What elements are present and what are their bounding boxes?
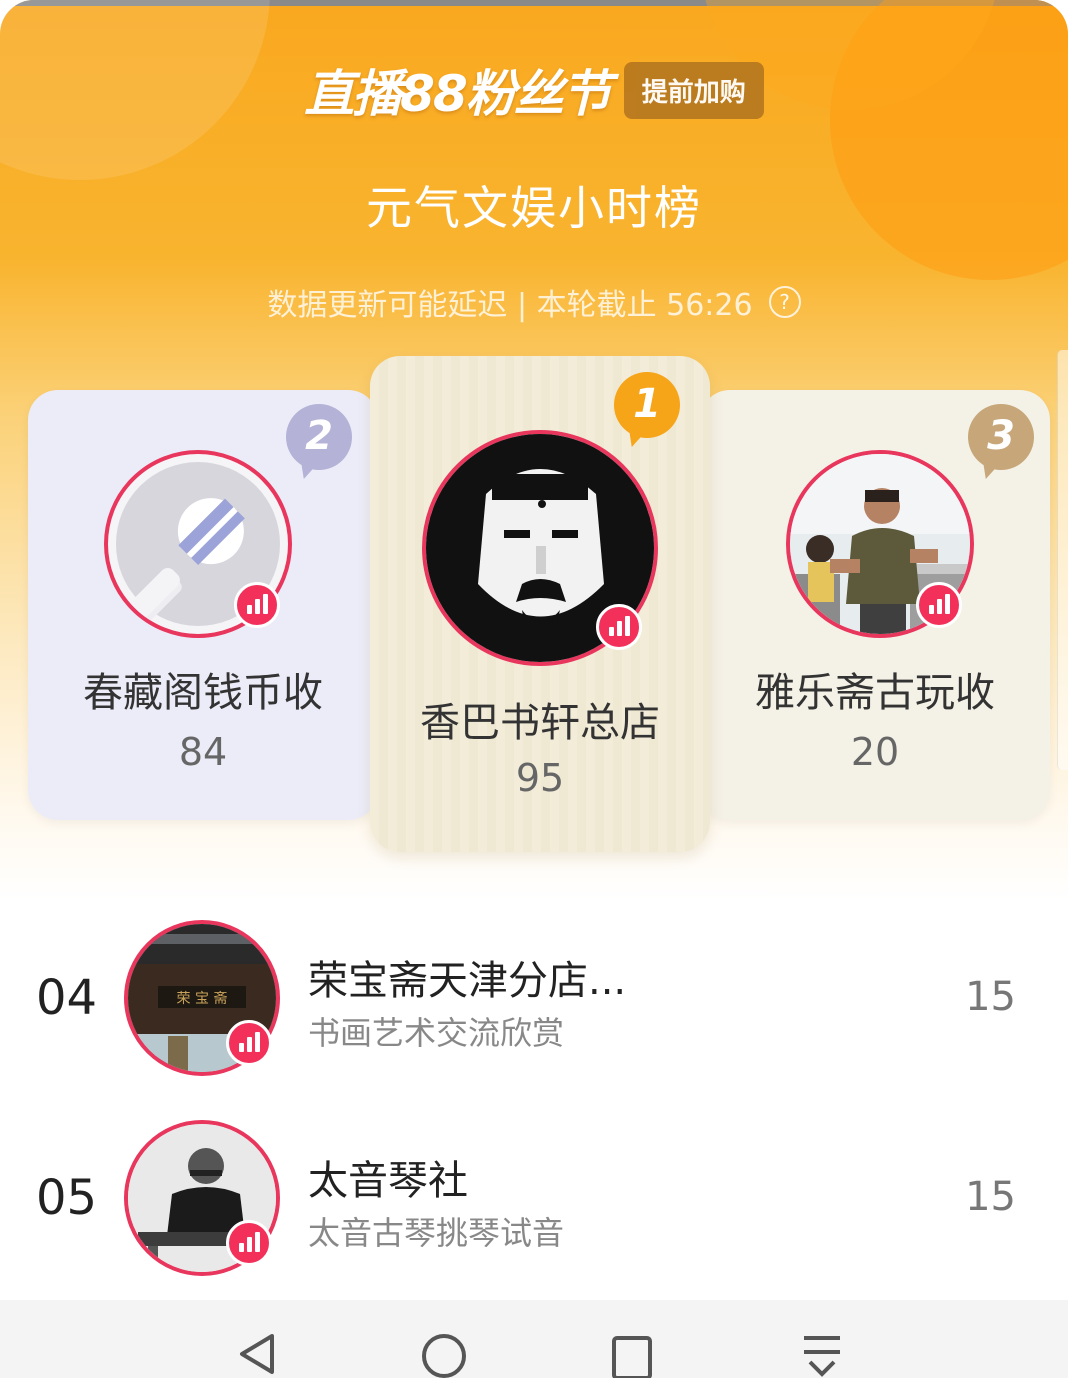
event-title: 直播88粉丝节 bbox=[304, 65, 612, 123]
update-info: 数据更新可能延迟 | 本轮截止 56:26 ? bbox=[0, 280, 1068, 324]
podium-score-3: 20 bbox=[850, 730, 900, 774]
rank-1-badge: 1 bbox=[614, 372, 680, 438]
podium-name-2: 春藏阁钱币收 bbox=[83, 670, 323, 716]
podium-name-1: 香巴书轩总店 bbox=[420, 700, 660, 746]
live-bars-icon bbox=[234, 582, 280, 628]
svg-text:荣 宝 斋: 荣 宝 斋 bbox=[177, 990, 228, 1007]
update-info-text: 数据更新可能延迟 | 本轮截止 56:26 bbox=[267, 288, 753, 323]
rank-2-badge: 2 bbox=[286, 404, 352, 470]
podium-name-3: 雅乐斋古玩收 bbox=[755, 670, 995, 716]
board-title: 元气文娱小时榜 bbox=[366, 181, 702, 235]
rank-3-badge: 3 bbox=[968, 404, 1034, 470]
home-circle-icon[interactable] bbox=[418, 1330, 470, 1378]
back-triangle-icon[interactable] bbox=[232, 1330, 284, 1378]
ranking-panel: 直播88粉丝节 提前加购 元气文娱小时榜 数据更新可能延迟 | 本轮截止 56:… bbox=[0, 0, 1068, 900]
podium-score-2: 84 bbox=[178, 730, 228, 774]
screen: 直播88粉丝节 提前加购 元气文娱小时榜 数据更新可能延迟 | 本轮截止 56:… bbox=[0, 0, 1068, 1378]
early-purchase-button[interactable]: 提前加购 bbox=[623, 61, 764, 119]
list-item[interactable]: 05 太音琴社 太音古琴挑琴试音 15 bbox=[0, 1120, 1068, 1290]
list-name: 荣宝斋天津分店... bbox=[308, 958, 627, 1004]
question-circle-icon[interactable]: ? bbox=[768, 286, 801, 318]
list-description: 书画艺术交流欣赏 bbox=[308, 1014, 565, 1052]
list-rank: 04 bbox=[36, 970, 98, 1026]
live-bars-icon bbox=[916, 582, 962, 628]
list-score: 15 bbox=[965, 974, 1016, 1020]
podium-card-rank-1[interactable]: 1 香巴书轩总店 95 bbox=[370, 356, 710, 852]
podium-score-1: 95 bbox=[515, 756, 565, 800]
list-item[interactable]: 04 荣 宝 斋 荣宝斋天津分店... 书画艺术交流欣赏 15 bbox=[0, 920, 1068, 1090]
podium-card-rank-3[interactable]: 3 雅乐斋古玩收 20 bbox=[700, 390, 1050, 820]
live-bars-icon bbox=[226, 1220, 272, 1266]
list-name: 太音琴社 bbox=[308, 1158, 468, 1204]
list-rank: 05 bbox=[36, 1170, 98, 1226]
download-menu-icon[interactable] bbox=[796, 1330, 848, 1378]
live-bars-icon bbox=[226, 1020, 272, 1066]
list-description: 太音古琴挑琴试音 bbox=[308, 1214, 565, 1252]
side-scroll-handle[interactable] bbox=[1057, 350, 1068, 770]
podium-card-rank-2[interactable]: 2 春藏阁钱币收 84 bbox=[28, 390, 378, 820]
system-nav-bar bbox=[0, 1300, 1068, 1378]
list-score: 15 bbox=[965, 1174, 1016, 1220]
recents-square-icon[interactable] bbox=[606, 1330, 658, 1378]
event-title-row: 直播88粉丝节 提前加购 bbox=[0, 52, 1068, 128]
live-bars-icon bbox=[596, 604, 642, 650]
